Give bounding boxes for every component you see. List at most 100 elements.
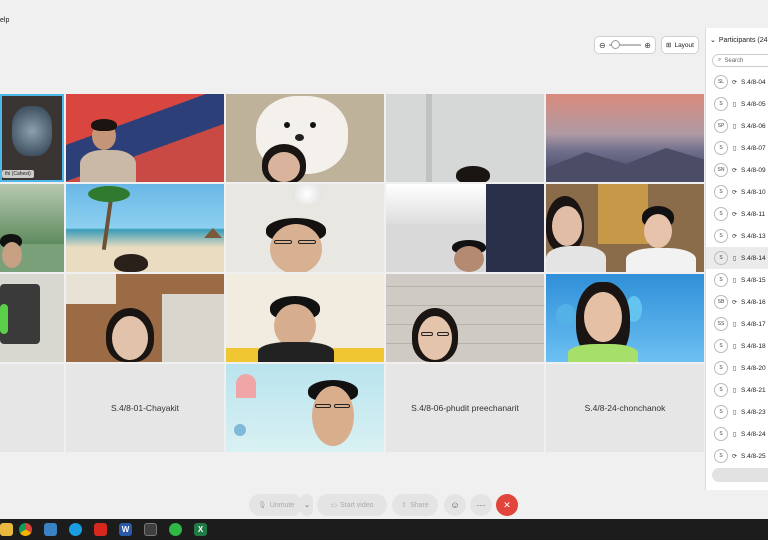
avatar: SL	[714, 75, 728, 89]
participant-row[interactable]: SS ▯ S.4/8-17	[706, 313, 768, 335]
video-tile[interactable]	[0, 184, 64, 272]
zoom-in-icon[interactable]: ⊕	[644, 41, 651, 50]
video-tile[interactable]	[386, 94, 544, 182]
smiley-icon: ☺	[450, 500, 460, 510]
desktop-device-icon: ⟳	[731, 233, 738, 240]
participant-row[interactable]: S ▯ S.4/8-24	[706, 423, 768, 445]
participant-row[interactable]: S ▯ S.4/8-14	[706, 247, 768, 269]
video-tile[interactable]	[386, 184, 544, 272]
video-tile[interactable]	[66, 274, 224, 362]
avatar: S	[714, 427, 728, 441]
participant-row-name: S.4/8-04	[741, 78, 766, 86]
participant-row-name: S.4/8-11	[741, 210, 766, 218]
mobile-device-icon: ▯	[732, 101, 737, 108]
participant-row[interactable]: SB ⟳ S.4/8-16	[706, 291, 768, 313]
zoom-out-icon[interactable]: ⊖	[599, 41, 606, 50]
participant-row[interactable]: S ⟳ S.4/8-10	[706, 181, 768, 203]
avatar: S	[714, 273, 728, 287]
video-tile[interactable]	[546, 274, 704, 362]
participant-row-name: S.4/8-07	[741, 144, 766, 152]
participant-list: SL ⟳ S.4/8-04 S ▯ S.4/8-05 SP ▯ S.4/8-06 S ▯ S.4/8-…	[706, 71, 768, 467]
mobile-device-icon: ▯	[732, 321, 737, 328]
avatar: S	[714, 185, 728, 199]
webex-icon[interactable]	[144, 523, 157, 536]
unmute-button[interactable]: 🎙 Unmute	[249, 494, 303, 516]
layout-label: Layout	[674, 41, 694, 49]
leave-meeting-button[interactable]: ✕	[496, 494, 518, 516]
video-tile[interactable]	[386, 274, 544, 362]
excel-icon[interactable]: X	[194, 523, 207, 536]
video-tile[interactable]	[66, 94, 224, 182]
microphone-muted-icon: 🎙	[257, 502, 267, 509]
video-tile[interactable]	[546, 94, 704, 182]
mobile-device-icon: ▯	[732, 123, 737, 130]
avatar: SS	[714, 317, 728, 331]
mobile-device-icon: ▯	[732, 343, 737, 350]
line-icon[interactable]	[169, 523, 182, 536]
avatar: S	[714, 339, 728, 353]
desktop-device-icon: ⟳	[731, 211, 738, 218]
video-tile[interactable]	[226, 94, 384, 182]
share-button[interactable]: ⇧ Share	[392, 494, 438, 516]
layout-button[interactable]: ⊞ Layout	[661, 36, 699, 54]
video-tile[interactable]: S.4/8-01-Chayakit	[66, 364, 224, 452]
participants-header[interactable]: ⌄ Participants (24	[706, 28, 768, 52]
participant-row[interactable]: S ⟳ S.4/8-13	[706, 225, 768, 247]
audio-options-button[interactable]: ⌄	[301, 494, 313, 516]
help-menu[interactable]: elp	[0, 17, 9, 24]
participant-row-name: S.4/8-23	[741, 408, 766, 416]
participant-row[interactable]: S ▯ S.4/8-05	[706, 93, 768, 115]
desktop-device-icon: ⟳	[731, 453, 738, 460]
participant-row[interactable]: SP ▯ S.4/8-06	[706, 115, 768, 137]
store-icon[interactable]	[44, 523, 57, 536]
file-explorer-icon[interactable]	[0, 523, 13, 536]
participant-row[interactable]: S ▯ S.4/8-15	[706, 269, 768, 291]
chevron-down-icon[interactable]: ⌄	[710, 36, 716, 44]
participant-row[interactable]: S ▯ S.4/8-07	[706, 137, 768, 159]
zoom-slider[interactable]	[608, 40, 642, 49]
video-tile[interactable]	[226, 274, 384, 362]
participant-row[interactable]: SL ⟳ S.4/8-04	[706, 71, 768, 93]
participant-row[interactable]: S ⟳ S.4/8-25	[706, 445, 768, 467]
mobile-device-icon: ▯	[732, 431, 737, 438]
video-tile[interactable]: thi (Cahest)	[0, 94, 64, 182]
participant-row[interactable]: S ▯ S.4/8-20	[706, 357, 768, 379]
acrobat-icon[interactable]	[94, 523, 107, 536]
chrome-icon[interactable]	[19, 523, 32, 536]
video-tile[interactable]: S.4/8-06-phudit preechanarit	[386, 364, 544, 452]
desktop-device-icon: ⟳	[731, 79, 738, 86]
participant-row-name: S.4/8-06	[741, 122, 766, 130]
participant-search-input[interactable]: ⌕ Search	[712, 54, 768, 67]
zoom-control[interactable]: ⊖ ⊕	[594, 36, 656, 54]
participants-panel: ⌄ Participants (24 ⌕ Search SL ⟳ S.4/8-04 S…	[705, 28, 768, 490]
participant-row[interactable]: S ▯ S.4/8-23	[706, 401, 768, 423]
participant-row[interactable]: S ▯ S.4/8-18	[706, 335, 768, 357]
video-tile[interactable]	[0, 364, 64, 452]
close-icon: ✕	[503, 499, 511, 510]
word-icon[interactable]: W	[119, 523, 132, 536]
video-tile[interactable]	[226, 364, 384, 452]
participant-row-name: S.4/8-05	[741, 100, 766, 108]
more-options-button[interactable]: ···	[470, 494, 492, 516]
avatar: S	[714, 229, 728, 243]
panel-action-button[interactable]	[712, 468, 768, 482]
participant-row[interactable]: S ⟳ S.4/8-11	[706, 203, 768, 225]
grid-icon: ⊞	[666, 42, 672, 49]
video-tile[interactable]	[0, 274, 64, 362]
more-icon: ···	[476, 500, 486, 510]
participant-row-name: S.4/8-14	[741, 254, 766, 262]
edge-icon[interactable]	[69, 523, 82, 536]
video-tile[interactable]	[226, 184, 384, 272]
participant-row[interactable]: S ▯ S.4/8-21	[706, 379, 768, 401]
participant-row-name: S.4/8-24	[741, 430, 766, 438]
video-tile[interactable]: S.4/8-24-chonchanok	[546, 364, 704, 452]
participant-row-name: S.4/8-18	[741, 342, 766, 350]
start-video-button[interactable]: ▭ Start video	[317, 494, 387, 516]
participant-row[interactable]: SN ⟳ S.4/8-09	[706, 159, 768, 181]
video-tile[interactable]	[546, 184, 704, 272]
desktop-device-icon: ⟳	[731, 167, 738, 174]
participant-row-name: S.4/8-20	[741, 364, 766, 372]
video-tile[interactable]	[66, 184, 224, 272]
zoom-slider-handle[interactable]	[610, 40, 620, 49]
reactions-button[interactable]: ☺	[444, 494, 466, 516]
